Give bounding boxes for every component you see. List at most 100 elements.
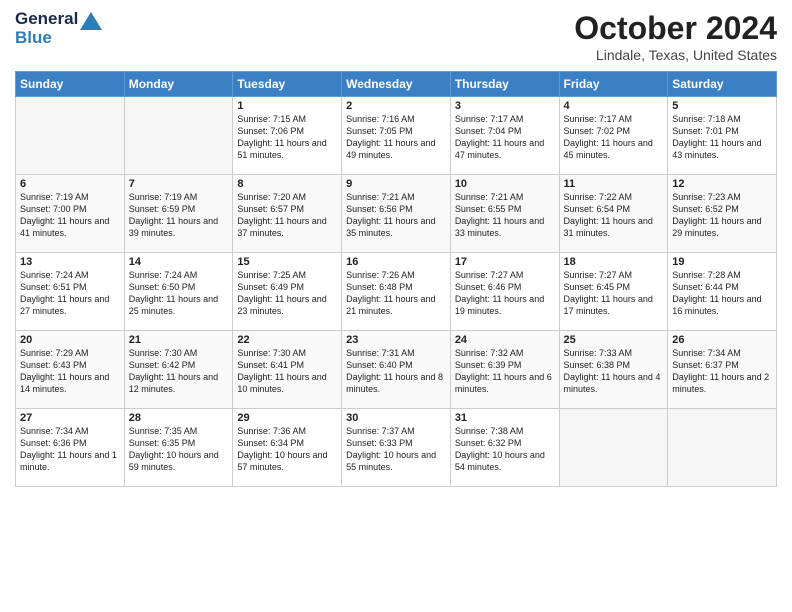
day-cell: 18Sunrise: 7:27 AM Sunset: 6:45 PM Dayli…: [559, 253, 668, 331]
weekday-header-row: SundayMondayTuesdayWednesdayThursdayFrid…: [16, 72, 777, 97]
day-number: 2: [346, 100, 446, 112]
day-info: Sunrise: 7:35 AM Sunset: 6:35 PM Dayligh…: [129, 425, 229, 474]
weekday-saturday: Saturday: [668, 72, 777, 97]
day-cell: 24Sunrise: 7:32 AM Sunset: 6:39 PM Dayli…: [450, 331, 559, 409]
day-cell: 23Sunrise: 7:31 AM Sunset: 6:40 PM Dayli…: [342, 331, 451, 409]
weekday-friday: Friday: [559, 72, 668, 97]
day-cell: 29Sunrise: 7:36 AM Sunset: 6:34 PM Dayli…: [233, 409, 342, 487]
day-number: 13: [20, 256, 120, 268]
day-cell: 15Sunrise: 7:25 AM Sunset: 6:49 PM Dayli…: [233, 253, 342, 331]
day-info: Sunrise: 7:24 AM Sunset: 6:50 PM Dayligh…: [129, 269, 229, 318]
day-number: 24: [455, 334, 555, 346]
day-cell: 4Sunrise: 7:17 AM Sunset: 7:02 PM Daylig…: [559, 97, 668, 175]
weekday-thursday: Thursday: [450, 72, 559, 97]
day-number: 19: [672, 256, 772, 268]
location: Lindale, Texas, United States: [574, 47, 777, 63]
day-number: 27: [20, 412, 120, 424]
logo-blue: Blue: [15, 28, 52, 47]
day-number: 23: [346, 334, 446, 346]
day-info: Sunrise: 7:19 AM Sunset: 7:00 PM Dayligh…: [20, 191, 120, 240]
day-info: Sunrise: 7:16 AM Sunset: 7:05 PM Dayligh…: [346, 113, 446, 162]
day-info: Sunrise: 7:23 AM Sunset: 6:52 PM Dayligh…: [672, 191, 772, 240]
day-cell: 3Sunrise: 7:17 AM Sunset: 7:04 PM Daylig…: [450, 97, 559, 175]
day-number: 6: [20, 178, 120, 190]
day-cell: [124, 97, 233, 175]
day-number: 4: [564, 100, 664, 112]
day-number: 29: [237, 412, 337, 424]
day-info: Sunrise: 7:17 AM Sunset: 7:04 PM Dayligh…: [455, 113, 555, 162]
day-info: Sunrise: 7:17 AM Sunset: 7:02 PM Dayligh…: [564, 113, 664, 162]
day-cell: 10Sunrise: 7:21 AM Sunset: 6:55 PM Dayli…: [450, 175, 559, 253]
day-info: Sunrise: 7:28 AM Sunset: 6:44 PM Dayligh…: [672, 269, 772, 318]
day-info: Sunrise: 7:24 AM Sunset: 6:51 PM Dayligh…: [20, 269, 120, 318]
logo-icon: [80, 12, 102, 35]
day-info: Sunrise: 7:26 AM Sunset: 6:48 PM Dayligh…: [346, 269, 446, 318]
day-info: Sunrise: 7:29 AM Sunset: 6:43 PM Dayligh…: [20, 347, 120, 396]
week-row-3: 13Sunrise: 7:24 AM Sunset: 6:51 PM Dayli…: [16, 253, 777, 331]
day-number: 5: [672, 100, 772, 112]
day-cell: 2Sunrise: 7:16 AM Sunset: 7:05 PM Daylig…: [342, 97, 451, 175]
week-row-1: 1Sunrise: 7:15 AM Sunset: 7:06 PM Daylig…: [16, 97, 777, 175]
day-number: 8: [237, 178, 337, 190]
day-info: Sunrise: 7:21 AM Sunset: 6:55 PM Dayligh…: [455, 191, 555, 240]
title-block: October 2024 Lindale, Texas, United Stat…: [574, 10, 777, 63]
day-cell: 12Sunrise: 7:23 AM Sunset: 6:52 PM Dayli…: [668, 175, 777, 253]
weekday-wednesday: Wednesday: [342, 72, 451, 97]
day-info: Sunrise: 7:21 AM Sunset: 6:56 PM Dayligh…: [346, 191, 446, 240]
day-info: Sunrise: 7:22 AM Sunset: 6:54 PM Dayligh…: [564, 191, 664, 240]
day-cell: 26Sunrise: 7:34 AM Sunset: 6:37 PM Dayli…: [668, 331, 777, 409]
day-number: 22: [237, 334, 337, 346]
month-title: October 2024: [574, 10, 777, 47]
day-number: 10: [455, 178, 555, 190]
day-info: Sunrise: 7:20 AM Sunset: 6:57 PM Dayligh…: [237, 191, 337, 240]
day-number: 9: [346, 178, 446, 190]
day-number: 16: [346, 256, 446, 268]
day-cell: 31Sunrise: 7:38 AM Sunset: 6:32 PM Dayli…: [450, 409, 559, 487]
day-cell: 11Sunrise: 7:22 AM Sunset: 6:54 PM Dayli…: [559, 175, 668, 253]
day-info: Sunrise: 7:19 AM Sunset: 6:59 PM Dayligh…: [129, 191, 229, 240]
calendar-table: SundayMondayTuesdayWednesdayThursdayFrid…: [15, 71, 777, 487]
day-number: 28: [129, 412, 229, 424]
day-info: Sunrise: 7:33 AM Sunset: 6:38 PM Dayligh…: [564, 347, 664, 396]
header: General Blue October 2024 Lindale, Texas…: [15, 10, 777, 63]
day-cell: 19Sunrise: 7:28 AM Sunset: 6:44 PM Dayli…: [668, 253, 777, 331]
day-cell: [16, 97, 125, 175]
week-row-4: 20Sunrise: 7:29 AM Sunset: 6:43 PM Dayli…: [16, 331, 777, 409]
day-number: 30: [346, 412, 446, 424]
day-cell: 8Sunrise: 7:20 AM Sunset: 6:57 PM Daylig…: [233, 175, 342, 253]
day-cell: 13Sunrise: 7:24 AM Sunset: 6:51 PM Dayli…: [16, 253, 125, 331]
day-cell: 22Sunrise: 7:30 AM Sunset: 6:41 PM Dayli…: [233, 331, 342, 409]
day-number: 12: [672, 178, 772, 190]
day-info: Sunrise: 7:25 AM Sunset: 6:49 PM Dayligh…: [237, 269, 337, 318]
page-container: General Blue October 2024 Lindale, Texas…: [0, 0, 792, 497]
day-cell: 6Sunrise: 7:19 AM Sunset: 7:00 PM Daylig…: [16, 175, 125, 253]
day-info: Sunrise: 7:36 AM Sunset: 6:34 PM Dayligh…: [237, 425, 337, 474]
day-cell: 5Sunrise: 7:18 AM Sunset: 7:01 PM Daylig…: [668, 97, 777, 175]
day-info: Sunrise: 7:34 AM Sunset: 6:36 PM Dayligh…: [20, 425, 120, 474]
day-info: Sunrise: 7:31 AM Sunset: 6:40 PM Dayligh…: [346, 347, 446, 396]
day-number: 7: [129, 178, 229, 190]
day-number: 26: [672, 334, 772, 346]
day-number: 14: [129, 256, 229, 268]
logo: General Blue: [15, 10, 102, 47]
logo-general: General: [15, 9, 78, 28]
weekday-tuesday: Tuesday: [233, 72, 342, 97]
day-number: 17: [455, 256, 555, 268]
day-info: Sunrise: 7:30 AM Sunset: 6:42 PM Dayligh…: [129, 347, 229, 396]
day-number: 31: [455, 412, 555, 424]
day-cell: 30Sunrise: 7:37 AM Sunset: 6:33 PM Dayli…: [342, 409, 451, 487]
day-info: Sunrise: 7:34 AM Sunset: 6:37 PM Dayligh…: [672, 347, 772, 396]
day-info: Sunrise: 7:27 AM Sunset: 6:46 PM Dayligh…: [455, 269, 555, 318]
day-cell: 21Sunrise: 7:30 AM Sunset: 6:42 PM Dayli…: [124, 331, 233, 409]
day-cell: 20Sunrise: 7:29 AM Sunset: 6:43 PM Dayli…: [16, 331, 125, 409]
day-cell: 28Sunrise: 7:35 AM Sunset: 6:35 PM Dayli…: [124, 409, 233, 487]
day-number: 20: [20, 334, 120, 346]
day-info: Sunrise: 7:15 AM Sunset: 7:06 PM Dayligh…: [237, 113, 337, 162]
day-info: Sunrise: 7:18 AM Sunset: 7:01 PM Dayligh…: [672, 113, 772, 162]
weekday-monday: Monday: [124, 72, 233, 97]
day-number: 3: [455, 100, 555, 112]
day-info: Sunrise: 7:27 AM Sunset: 6:45 PM Dayligh…: [564, 269, 664, 318]
day-cell: 1Sunrise: 7:15 AM Sunset: 7:06 PM Daylig…: [233, 97, 342, 175]
day-cell: 14Sunrise: 7:24 AM Sunset: 6:50 PM Dayli…: [124, 253, 233, 331]
day-info: Sunrise: 7:38 AM Sunset: 6:32 PM Dayligh…: [455, 425, 555, 474]
